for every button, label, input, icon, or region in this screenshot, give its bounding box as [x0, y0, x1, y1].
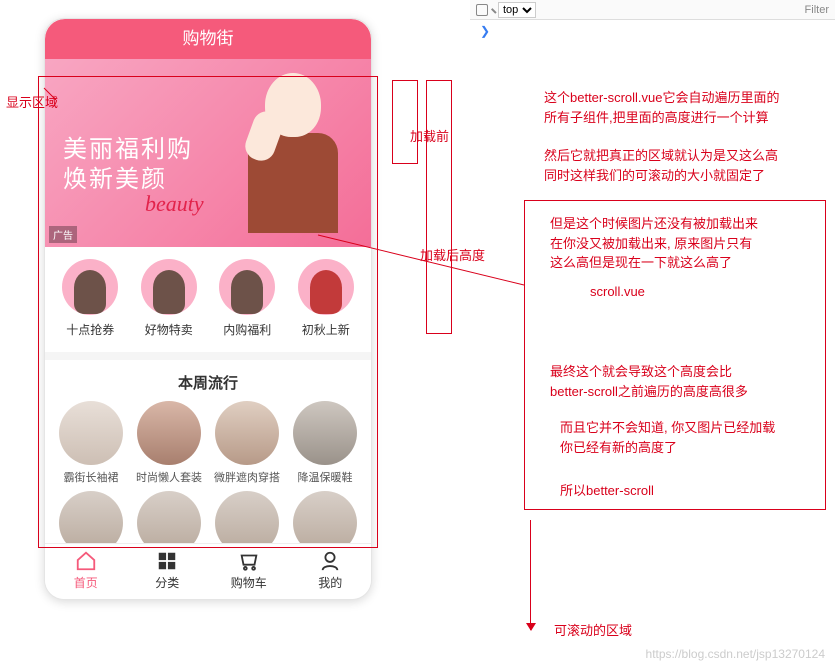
- home-icon: [75, 550, 97, 572]
- tab-category[interactable]: 分类: [127, 544, 209, 599]
- devtools-toolbar: top Filter: [470, 0, 835, 20]
- anno-before-load: 加载前: [410, 126, 449, 145]
- tab-profile[interactable]: 我的: [290, 544, 372, 599]
- tab-label: 购物车: [231, 576, 267, 590]
- anno-scroll-vue: scroll.vue: [590, 284, 645, 299]
- tab-label: 首页: [74, 576, 98, 590]
- anno-note2: 然后它就把真正的区域就认为是又这么高 同时这样我们的可滚动的大小就固定了: [544, 146, 778, 185]
- tab-bar: 首页 分类 购物车 我的: [45, 543, 371, 599]
- tab-cart[interactable]: 购物车: [208, 544, 290, 599]
- app-header: 购物街: [45, 19, 371, 59]
- red-box-after-load-1: [426, 80, 452, 334]
- anno-note3: 但是这个时候图片还没有被加载出来 在你没又被加载出来, 原来图片只有 这么高但是…: [550, 214, 758, 273]
- tab-label: 分类: [155, 576, 179, 590]
- watermark: https://blog.csdn.net/jsp13270124: [646, 647, 825, 661]
- header-title: 购物街: [183, 29, 234, 48]
- anno-note5: 而且它并不会知道, 你又图片已经加载 你已经有新的高度了: [560, 418, 775, 457]
- anno-note1: 这个better-scroll.vue它会自动遍历里面的 所有子组件,把里面的高…: [544, 88, 779, 127]
- cart-icon: [238, 550, 260, 572]
- red-box-before-load-1: [392, 80, 418, 164]
- filter-label: Filter: [805, 4, 829, 16]
- profile-icon: [319, 550, 341, 572]
- tab-home[interactable]: 首页: [45, 544, 127, 599]
- anno-scrollable-area: 可滚动的区域: [554, 620, 632, 639]
- anno-note6: 所以better-scroll: [560, 480, 654, 499]
- console-prompt-caret[interactable]: ❯: [480, 24, 490, 38]
- context-select[interactable]: top: [498, 2, 536, 18]
- category-icon: [156, 550, 178, 572]
- anno-after-load-height: 加载后高度: [420, 245, 485, 264]
- arrow-scrollable: [530, 520, 531, 630]
- anno-note4: 最终这个就会导致这个高度会比 better-scroll之前遍历的高度高很多: [550, 362, 748, 401]
- clear-console-icon[interactable]: [476, 4, 488, 16]
- tab-label: 我的: [318, 576, 342, 590]
- red-box-display-area: [38, 76, 378, 548]
